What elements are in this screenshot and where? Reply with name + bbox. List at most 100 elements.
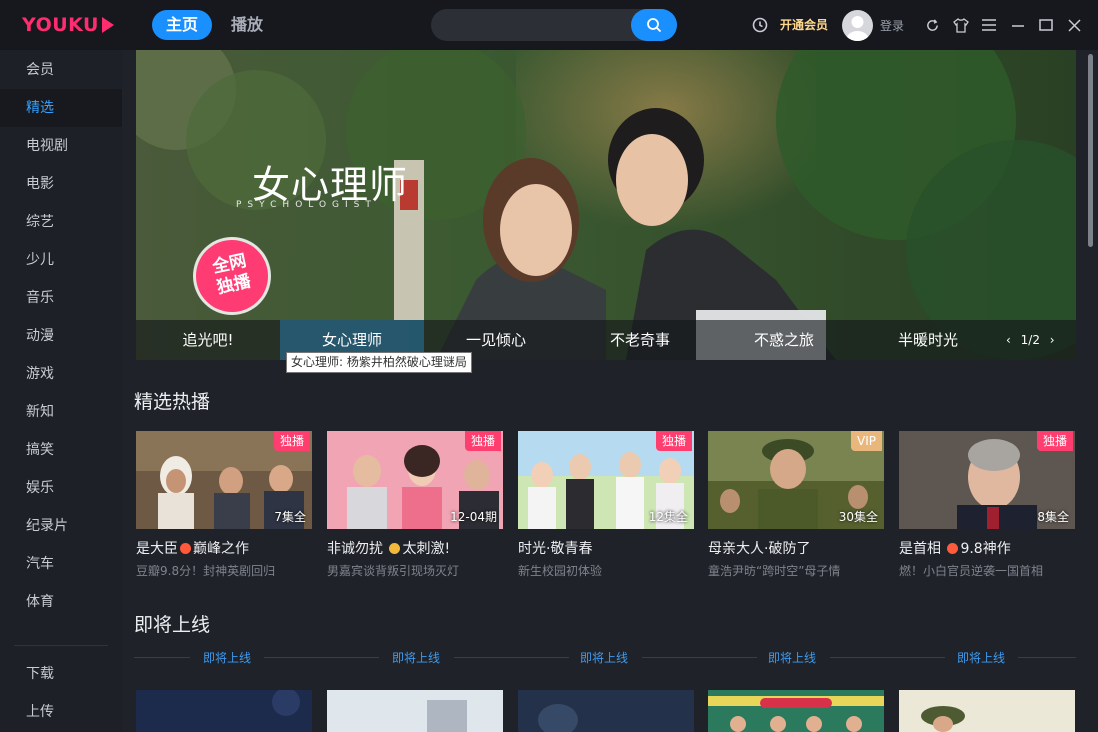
sidebar-item-documentary[interactable]: 纪录片 [0, 507, 122, 545]
banner-tabs: 追光吧! 女心理师 一见倾心 不老奇事 不惑之旅 半暖时光 ‹ 1/2 › [136, 320, 1076, 360]
divider-line [642, 657, 757, 658]
exclusive-tag: 独播 [655, 431, 692, 451]
divider-line [1018, 657, 1076, 658]
upcoming-label[interactable]: 即将上线 [203, 649, 251, 666]
upcoming-label[interactable]: 即将上线 [957, 649, 1005, 666]
upcoming-thumbnail[interactable] [899, 690, 1075, 732]
section-title-hot: 精选热播 [134, 391, 211, 413]
sidebar-item-games[interactable]: 游戏 [0, 355, 122, 393]
divider-line [830, 657, 945, 658]
logo-text: YOUKU [22, 14, 99, 36]
hero-banner[interactable]: 女心理师 PSYCHOLOGIST 全网 独播 追光吧! 女心理师 一见倾心 不… [136, 50, 1076, 360]
card-title-main: 非诚勿扰 [327, 541, 383, 557]
main-content: 女心理师 PSYCHOLOGIST 全网 独播 追光吧! 女心理师 一见倾心 不… [122, 50, 1098, 732]
upcoming-label[interactable]: 即将上线 [392, 649, 440, 666]
user-icon [846, 16, 869, 41]
sidebar: 会员 精选 电视剧 电影 综艺 少儿 音乐 动漫 游戏 新知 搞笑 娱乐 纪录片… [0, 50, 122, 732]
card-description: 豆瓣9.8分！封神英剧回归 [136, 564, 276, 578]
scrollbar-thumb[interactable] [1088, 54, 1093, 247]
video-thumbnail: 独播 12-04期 [327, 431, 503, 529]
episode-count: 8集全 [1037, 510, 1069, 524]
upcoming-thumbnail[interactable] [708, 690, 884, 732]
youku-logo[interactable]: YOUKU [22, 13, 114, 37]
sidebar-item-kids[interactable]: 少儿 [0, 241, 122, 279]
fire-icon [947, 543, 959, 554]
video-card[interactable]: 独播 12集全 时光·敬青春 新生校园初体验 [518, 431, 694, 579]
banner-tooltip: 女心理师: 杨紫井柏然破心理谜局 [286, 352, 472, 373]
sidebar-item-variety[interactable]: 综艺 [0, 203, 122, 241]
sidebar-item-knowledge[interactable]: 新知 [0, 393, 122, 431]
minimize-icon[interactable] [1008, 15, 1028, 35]
sidebar-item-featured[interactable]: 精选 [0, 89, 122, 127]
banner-pager: ‹ 1/2 › [1006, 320, 1055, 360]
exclusive-tag: 独播 [273, 431, 310, 451]
video-card[interactable]: VIP 30集全 母亲大人·破防了 童浩尹昉“跨时空”母子情 [708, 431, 884, 579]
sidebar-item-upload[interactable]: 上传 [0, 693, 122, 731]
sidebar-item-download[interactable]: 下载 [0, 655, 122, 693]
shocked-emoji-icon [389, 543, 401, 554]
banner-tab[interactable]: 追光吧! [136, 320, 280, 360]
card-title-main: 是首相 [899, 541, 941, 557]
refresh-icon[interactable] [922, 15, 942, 35]
avatar[interactable] [842, 10, 873, 41]
nav-tab-home[interactable]: 主页 [152, 10, 212, 40]
close-icon[interactable] [1064, 15, 1084, 35]
sidebar-item-vip[interactable]: 会员 [0, 51, 122, 89]
prev-arrow-icon[interactable]: ‹ [1006, 333, 1011, 347]
next-arrow-icon[interactable]: › [1050, 333, 1055, 347]
upcoming-label[interactable]: 即将上线 [768, 649, 816, 666]
search-input[interactable] [445, 15, 625, 35]
fire-icon [180, 543, 191, 554]
divider-line [454, 657, 569, 658]
banner-page-indicator: 1/2 [1020, 333, 1040, 347]
card-description: 童浩尹昉“跨时空”母子情 [708, 564, 841, 578]
sidebar-item-music[interactable]: 音乐 [0, 279, 122, 317]
search-button[interactable] [631, 9, 677, 41]
card-title: 非诚勿扰 太刺激! [327, 538, 503, 558]
top-bar: YOUKU 主页 播放 开通会员 登录 [0, 0, 1098, 50]
banner-tab[interactable]: 不老奇事 [568, 320, 712, 360]
sidebar-item-auto[interactable]: 汽车 [0, 545, 122, 583]
history-icon[interactable] [750, 15, 770, 35]
card-title: 是大臣 巅峰之作 [136, 538, 312, 558]
skin-shirt-icon[interactable] [951, 15, 971, 35]
maximize-icon[interactable] [1036, 15, 1056, 35]
card-title: 时光·敬青春 [518, 538, 694, 558]
youku-app: YOUKU 主页 播放 开通会员 登录 会员 精选 电视剧 电影 综艺 少儿 音… [0, 0, 1098, 732]
divider-line [264, 657, 379, 658]
upcoming-thumbnail[interactable] [136, 690, 312, 732]
open-vip-link[interactable]: 开通会员 [780, 16, 828, 33]
banner-subtitle: PSYCHOLOGIST [236, 200, 377, 210]
upcoming-thumbnail[interactable] [327, 690, 503, 732]
vip-tag: VIP [851, 431, 882, 451]
sidebar-item-tv[interactable]: 电视剧 [0, 127, 122, 165]
sidebar-item-comedy[interactable]: 搞笑 [0, 431, 122, 469]
video-card[interactable]: 独播 7集全 是大臣 巅峰之作 豆瓣9.8分！封神英剧回归 [136, 431, 312, 579]
video-thumbnail: VIP 30集全 [708, 431, 884, 529]
sidebar-item-sports[interactable]: 体育 [0, 583, 122, 621]
video-card[interactable]: 独播 12-04期 非诚勿扰 太刺激! 男嘉宾谈背叛引现场灭灯 [327, 431, 503, 579]
banner-tab[interactable]: 不惑之旅 [712, 320, 856, 360]
sidebar-item-movies[interactable]: 电影 [0, 165, 122, 203]
episode-count: 12集全 [648, 510, 688, 524]
video-thumbnail: 独播 8集全 [899, 431, 1075, 529]
video-card[interactable]: 独播 8集全 是首相 9.8神作 燃！小白官员逆袭一国首相 [899, 431, 1075, 579]
card-title: 是首相 9.8神作 [899, 538, 1075, 558]
upcoming-label-row: 即将上线 即将上线 即将上线 即将上线 即将上线 [134, 647, 1076, 667]
sidebar-item-anime[interactable]: 动漫 [0, 317, 122, 355]
upcoming-thumbnail[interactable] [518, 690, 694, 732]
logo-play-icon [101, 17, 114, 33]
nav-tab-play[interactable]: 播放 [222, 10, 272, 40]
search-icon [647, 18, 662, 33]
upcoming-label[interactable]: 即将上线 [580, 649, 628, 666]
card-description: 新生校园初体验 [518, 564, 603, 578]
sidebar-item-entertainment[interactable]: 娱乐 [0, 469, 122, 507]
card-title: 母亲大人·破防了 [708, 538, 884, 558]
episode-count: 7集全 [274, 510, 306, 524]
card-title-tag: 太刺激! [402, 541, 451, 557]
menu-icon[interactable] [979, 15, 999, 35]
scrollbar[interactable] [1086, 52, 1094, 732]
login-link[interactable]: 登录 [880, 17, 904, 34]
banner-tab[interactable]: 半暖时光 [856, 320, 1000, 360]
section-title-upcoming: 即将上线 [134, 614, 211, 636]
